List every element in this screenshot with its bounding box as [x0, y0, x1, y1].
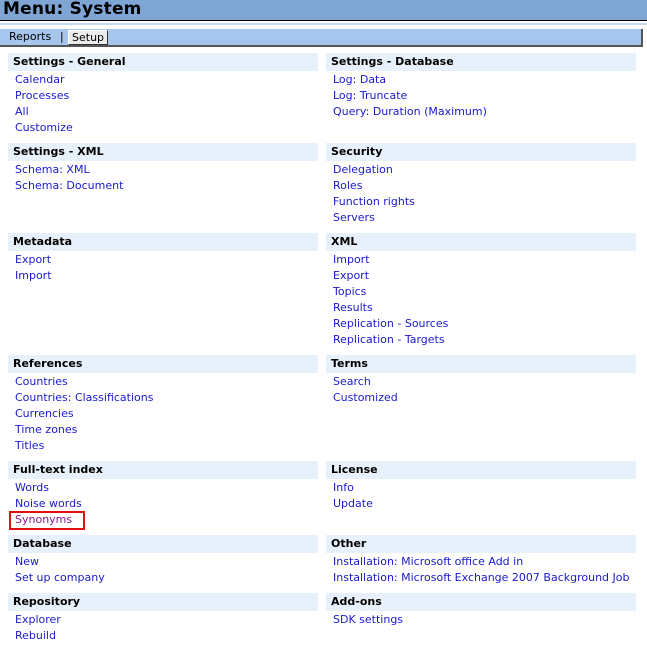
link-sdk-settings[interactable]: SDK settings — [333, 612, 636, 628]
tab-reports[interactable]: Reports — [9, 30, 51, 44]
link-license-info[interactable]: Info — [333, 480, 636, 496]
section-fulltext-index: Full-text index Words Noise words Synony… — [8, 461, 318, 530]
link-install-office-addin[interactable]: Installation: Microsoft office Add in — [333, 554, 636, 570]
link-titles[interactable]: Titles — [15, 438, 318, 454]
section-settings-general: Settings - General Calendar Processes Al… — [8, 53, 318, 136]
link-servers[interactable]: Servers — [333, 210, 636, 226]
section-header: Other — [326, 535, 636, 553]
section-security: Security Delegation Roles Function right… — [326, 143, 636, 226]
link-explorer[interactable]: Explorer — [15, 612, 318, 628]
section-header: Settings - General — [8, 53, 318, 71]
link-customize[interactable]: Customize — [15, 120, 318, 136]
link-results[interactable]: Results — [333, 300, 636, 316]
section-header: Settings - XML — [8, 143, 318, 161]
link-log-truncate[interactable]: Log: Truncate — [333, 88, 636, 104]
section-header: Terms — [326, 355, 636, 373]
link-noise-words[interactable]: Noise words — [15, 496, 318, 512]
link-rebuild[interactable]: Rebuild — [15, 628, 318, 644]
section-other: Other Installation: Microsoft office Add… — [326, 535, 636, 586]
link-delegation[interactable]: Delegation — [333, 162, 636, 178]
link-schema-document[interactable]: Schema: Document — [15, 178, 318, 194]
link-database-new[interactable]: New — [15, 554, 318, 570]
tab-bar: Reports | Setup — [0, 29, 643, 47]
section-header: License — [326, 461, 636, 479]
page-title: Menu: System — [3, 0, 142, 19]
section-header: Repository — [8, 593, 318, 611]
section-header: Metadata — [8, 233, 318, 251]
section-settings-xml: Settings - XML Schema: XML Schema: Docum… — [8, 143, 318, 194]
link-terms-search[interactable]: Search — [333, 374, 636, 390]
link-roles[interactable]: Roles — [333, 178, 636, 194]
link-processes[interactable]: Processes — [15, 88, 318, 104]
link-query-duration[interactable]: Query: Duration (Maximum) — [333, 104, 636, 120]
link-calendar[interactable]: Calendar — [15, 72, 318, 88]
section-header: XML — [326, 233, 636, 251]
section-xml: XML Import Export Topics Results Replica… — [326, 233, 636, 348]
link-currencies[interactable]: Currencies — [15, 406, 318, 422]
link-terms-customized[interactable]: Customized — [333, 390, 636, 406]
link-synonyms[interactable]: Synonyms — [15, 512, 72, 528]
section-header: References — [8, 355, 318, 373]
section-license: License Info Update — [326, 461, 636, 512]
section-addons: Add-ons SDK settings — [326, 593, 636, 628]
link-function-rights[interactable]: Function rights — [333, 194, 636, 210]
section-header: Security — [326, 143, 636, 161]
link-xml-import[interactable]: Import — [333, 252, 636, 268]
section-repository: Repository Explorer Rebuild — [8, 593, 318, 644]
section-metadata: Metadata Export Import — [8, 233, 318, 284]
section-settings-database: Settings - Database Log: Data Log: Trunc… — [326, 53, 636, 120]
link-countries[interactable]: Countries — [15, 374, 318, 390]
link-install-exchange-job[interactable]: Installation: Microsoft Exchange 2007 Ba… — [333, 570, 636, 586]
link-set-up-company[interactable]: Set up company — [15, 570, 318, 586]
section-header: Add-ons — [326, 593, 636, 611]
link-schema-xml[interactable]: Schema: XML — [15, 162, 318, 178]
link-words[interactable]: Words — [15, 480, 318, 496]
section-references: References Countries Countries: Classifi… — [8, 355, 318, 454]
tab-separator: | — [60, 30, 64, 43]
link-time-zones[interactable]: Time zones — [15, 422, 318, 438]
link-license-update[interactable]: Update — [333, 496, 636, 512]
section-header: Full-text index — [8, 461, 318, 479]
title-bar: Menu: System — [0, 0, 647, 21]
title-divider — [0, 23, 647, 25]
link-replication-targets[interactable]: Replication - Targets — [333, 332, 636, 348]
link-topics[interactable]: Topics — [333, 284, 636, 300]
section-database: Database New Set up company — [8, 535, 318, 586]
link-metadata-export[interactable]: Export — [15, 252, 318, 268]
link-countries-classifications[interactable]: Countries: Classifications — [15, 390, 318, 406]
tab-setup[interactable]: Setup — [68, 30, 109, 45]
section-header: Database — [8, 535, 318, 553]
section-header: Settings - Database — [326, 53, 636, 71]
link-replication-sources[interactable]: Replication - Sources — [333, 316, 636, 332]
link-all[interactable]: All — [15, 104, 318, 120]
link-log-data[interactable]: Log: Data — [333, 72, 636, 88]
link-metadata-import[interactable]: Import — [15, 268, 318, 284]
section-terms: Terms Search Customized — [326, 355, 636, 406]
link-xml-export[interactable]: Export — [333, 268, 636, 284]
